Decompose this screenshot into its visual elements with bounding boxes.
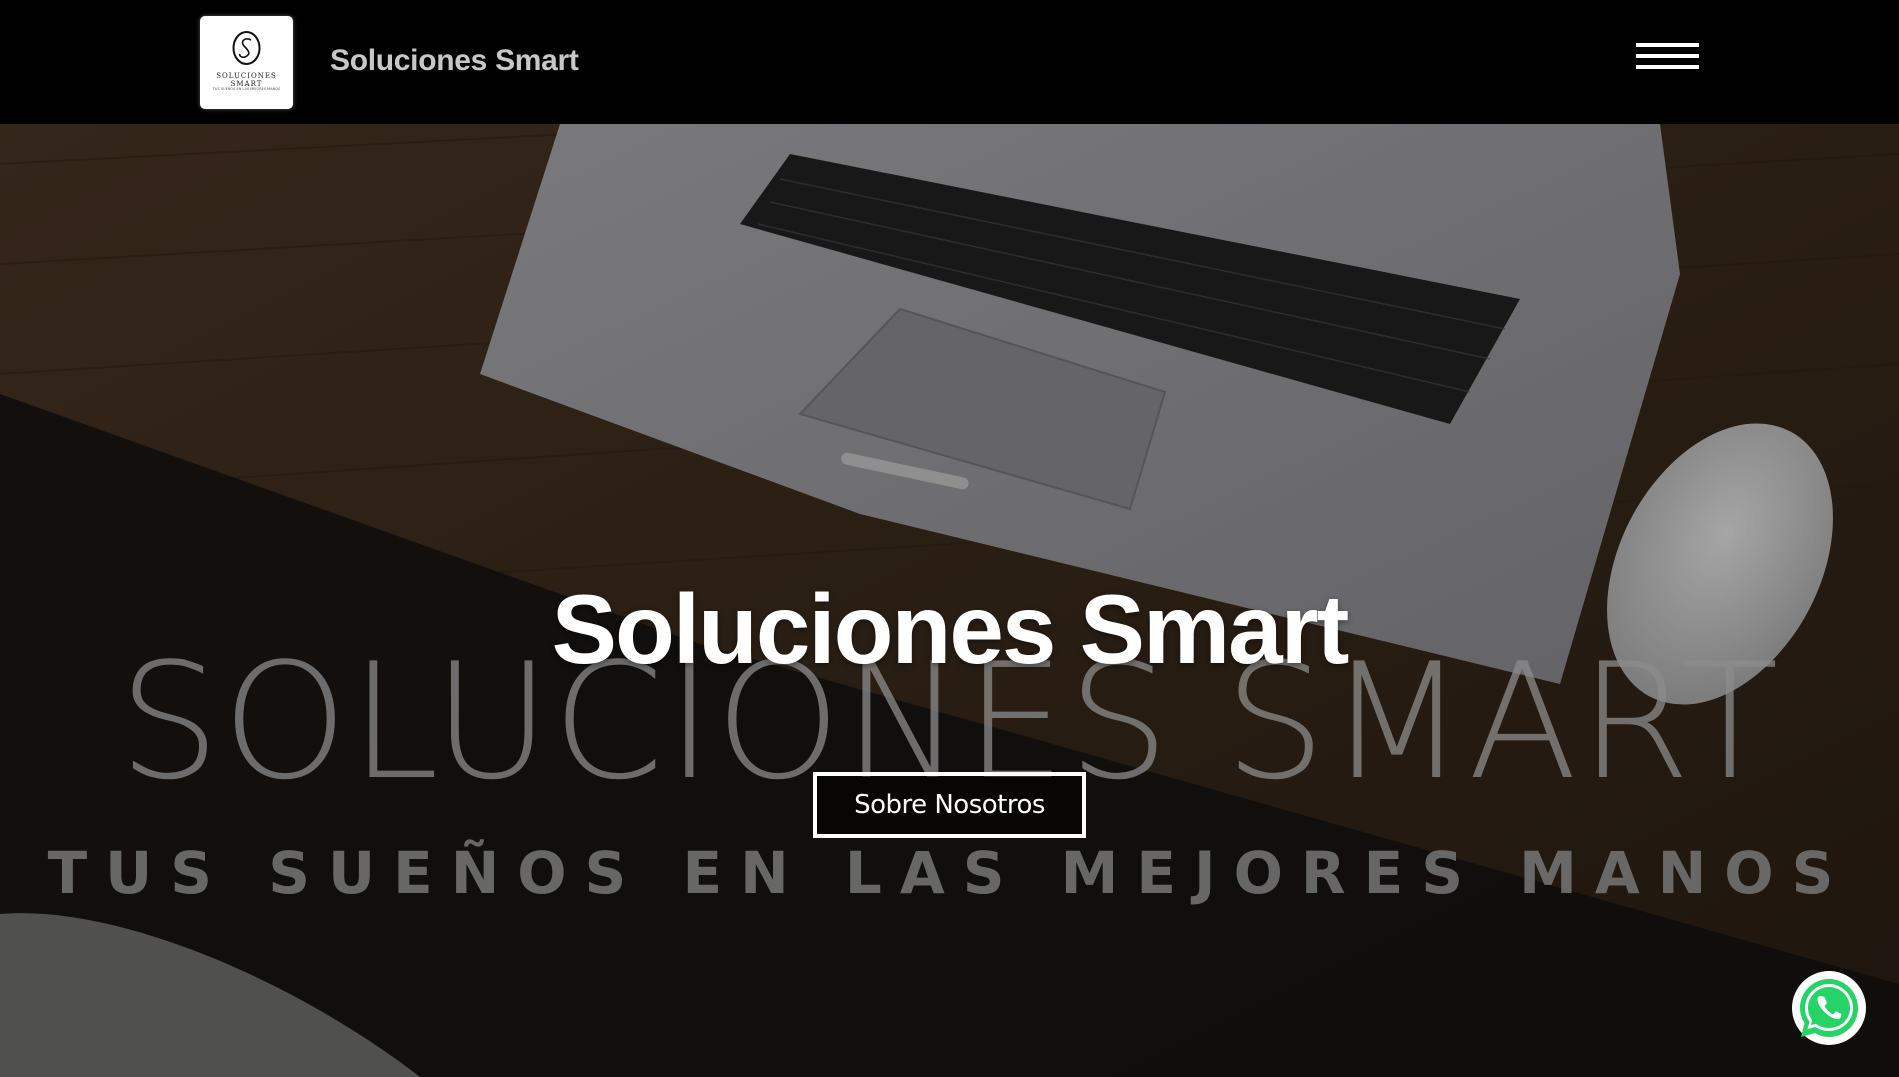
menu-bar	[1636, 65, 1699, 69]
page: SOLUCIONES SMART TUS SUEÑOS EN LAS MEJOR…	[0, 0, 1899, 1077]
hero-title: Soluciones Smart	[551, 574, 1350, 684]
navbar: SOLUCIONES SMART TUS SUEÑOS EN LAS MEJOR…	[0, 0, 1899, 124]
about-us-button[interactable]: Sobre Nosotros	[813, 772, 1086, 838]
menu-bar	[1636, 54, 1699, 58]
menu-bar	[1636, 43, 1699, 47]
brand-title[interactable]: Soluciones Smart	[330, 44, 579, 78]
background-tagline-text: TUS SUEÑOS EN LAS MEJORES MANOS	[47, 839, 1852, 907]
logo-emblem	[232, 31, 261, 65]
hamburger-menu-icon[interactable]	[1634, 43, 1700, 77]
hero-section: SOLUCIONES SMART TUS SUEÑOS EN LAS MEJOR…	[0, 124, 1899, 1077]
whatsapp-icon	[1794, 973, 1864, 1043]
logo-wordmark: SOLUCIONES SMART	[216, 72, 277, 88]
whatsapp-button[interactable]	[1792, 971, 1866, 1045]
logo-tagline: TUS SUEÑOS EN LAS MEJORES MANOS	[212, 87, 281, 91]
brand-logo[interactable]: SOLUCIONES SMART TUS SUEÑOS EN LAS MEJOR…	[200, 16, 293, 109]
